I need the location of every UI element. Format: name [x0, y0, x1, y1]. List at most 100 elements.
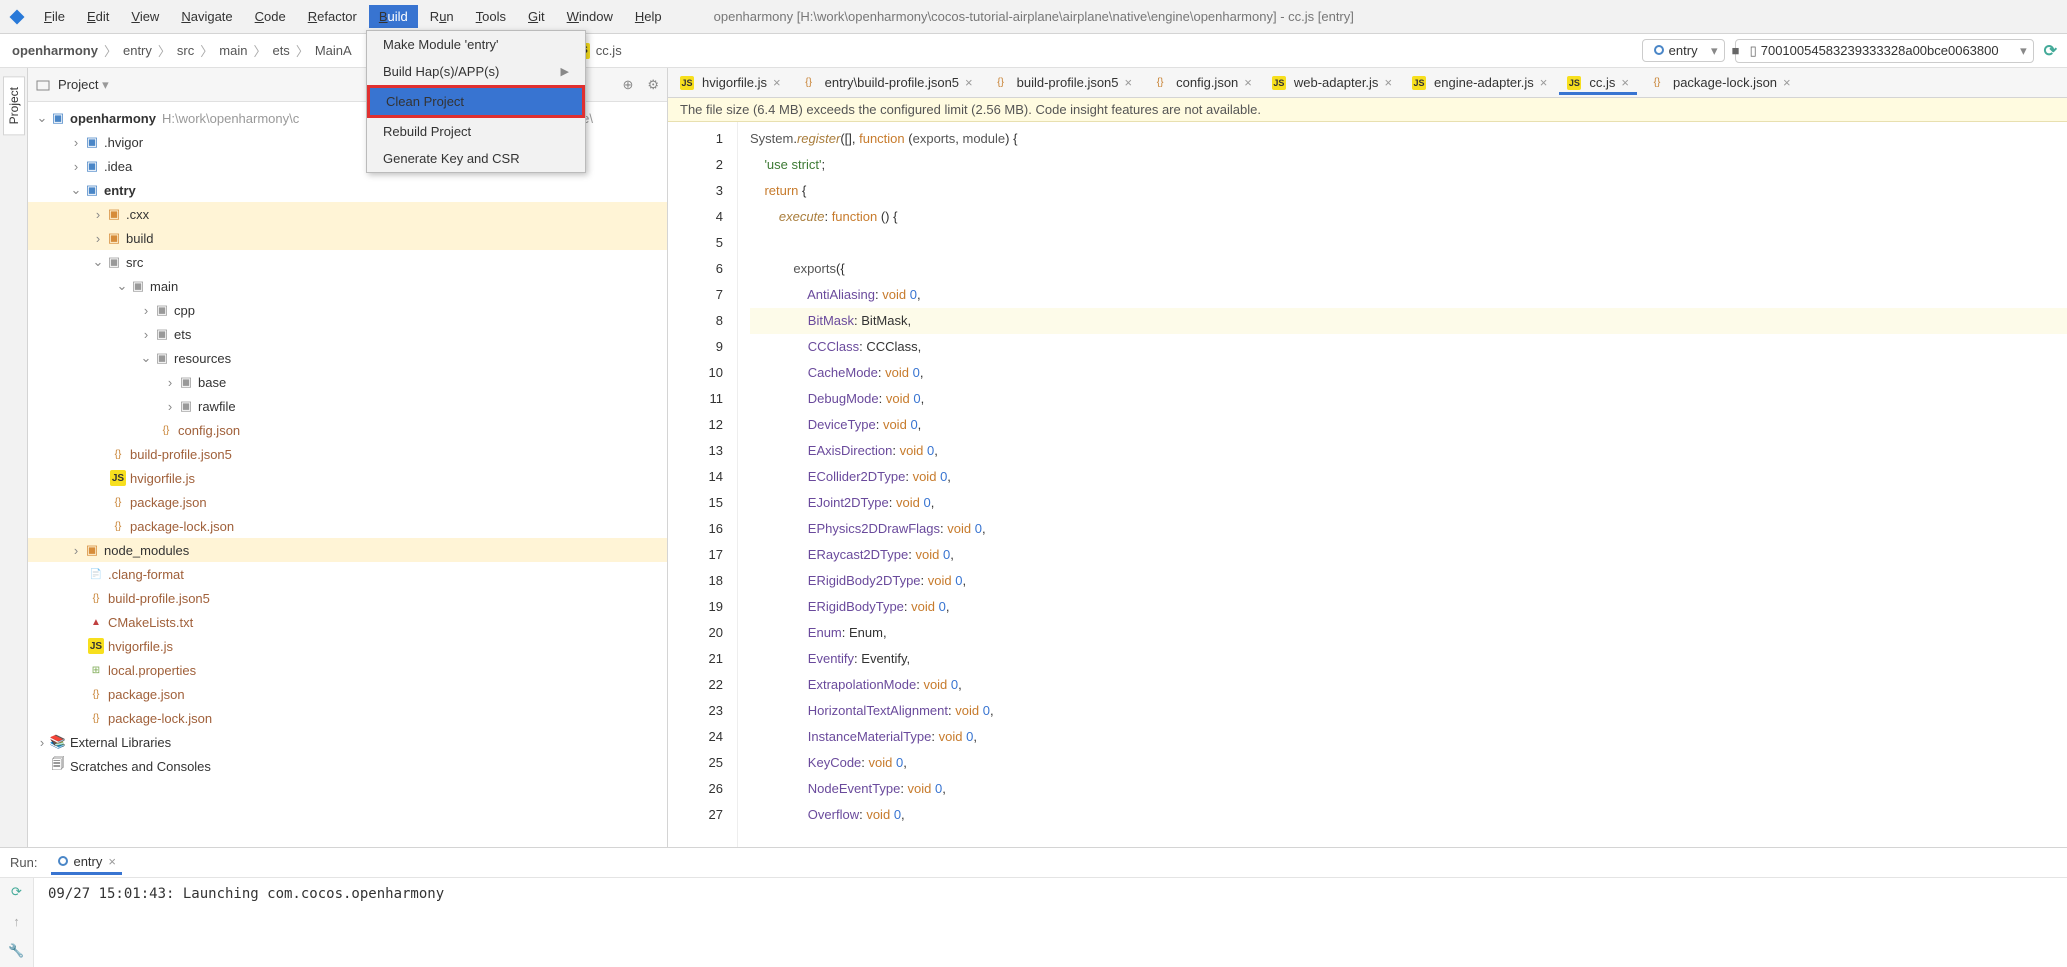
tree-packagejson[interactable]: {}package.json	[28, 490, 667, 514]
tab-2[interactable]: {}build-profile.json5×	[985, 71, 1141, 95]
run-panel-header: Run: entry ×	[0, 848, 2067, 878]
tree-cxx[interactable]: ›▣.cxx	[28, 202, 667, 226]
folder-icon: ▣	[178, 398, 194, 414]
tree-cmakelists[interactable]: ▲CMakeLists.txt	[28, 610, 667, 634]
json5-icon: {}	[88, 590, 104, 606]
menu-window[interactable]: Window	[557, 5, 623, 28]
tab-0[interactable]: JShvigorfile.js×	[672, 71, 789, 94]
dd-rebuild-project[interactable]: Rebuild Project	[367, 118, 585, 145]
file-icon: 📄	[88, 566, 104, 582]
wrench-icon[interactable]: 🔧	[8, 943, 24, 959]
menu-navigate[interactable]: Navigate	[171, 5, 242, 28]
tree-rawfile[interactable]: ›▣rawfile	[28, 394, 667, 418]
tree-extlib[interactable]: ›📚External Libraries	[28, 730, 667, 754]
tab-6[interactable]: JScc.js×	[1559, 71, 1637, 94]
gutter: 1234567891011121314151617181920212223242…	[668, 122, 738, 847]
rerun-icon[interactable]: ⟳	[11, 884, 22, 900]
tree-clangformat[interactable]: 📄.clang-format	[28, 562, 667, 586]
menu-edit[interactable]: Edit	[77, 5, 119, 28]
device-select[interactable]: ▯70010054583239333328a00bce0063800	[1735, 39, 2034, 63]
folder-icon: ▣	[154, 302, 170, 318]
tab-3[interactable]: {}config.json×	[1144, 71, 1260, 95]
project-view-select[interactable]: Project	[58, 77, 109, 93]
crumb-3[interactable]: main	[217, 43, 249, 58]
menu-tools[interactable]: Tools	[466, 5, 516, 28]
menu-help[interactable]: Help	[625, 5, 672, 28]
menu-git[interactable]: Git	[518, 5, 555, 28]
json-icon: {}	[158, 422, 174, 438]
folder-icon: ▣	[84, 134, 100, 150]
run-config-select[interactable]: entry	[1642, 39, 1725, 62]
refresh-icon[interactable]: ⟳	[2044, 41, 2057, 61]
tree-configjson[interactable]: {}config.json	[28, 418, 667, 442]
tree-buildprofile[interactable]: {}build-profile.json5	[28, 442, 667, 466]
project-tree[interactable]: ⌄▣openharmonyH:\work\openharmony\cative\…	[28, 102, 667, 847]
close-icon[interactable]: ×	[1540, 75, 1548, 90]
tab-4[interactable]: JSweb-adapter.js×	[1264, 71, 1400, 94]
close-icon[interactable]: ×	[1621, 75, 1629, 90]
tree-main[interactable]: ⌄▣main	[28, 274, 667, 298]
folder-icon: ▣	[154, 350, 170, 366]
code-editor[interactable]: 1234567891011121314151617181920212223242…	[668, 122, 2067, 847]
tree-hvigorfile[interactable]: JShvigorfile.js	[28, 466, 667, 490]
target-icon	[1653, 44, 1665, 56]
crumb-root[interactable]: openharmony	[10, 43, 100, 58]
menu-file[interactable]: File	[34, 5, 75, 28]
menu-code[interactable]: Code	[245, 5, 296, 28]
tree-base[interactable]: ›▣base	[28, 370, 667, 394]
tree-packagelock[interactable]: {}package-lock.json	[28, 514, 667, 538]
folder-icon: ▣	[84, 542, 100, 558]
menu-run[interactable]: Run	[420, 5, 464, 28]
run-tab-entry[interactable]: entry ×	[51, 851, 122, 875]
tree-build[interactable]: ›▣build	[28, 226, 667, 250]
crumb-4[interactable]: ets	[270, 43, 291, 58]
tree-scratches[interactable]: 🗐Scratches and Consoles	[28, 754, 667, 778]
locate-icon[interactable]: ⊕	[622, 77, 633, 93]
menu-view[interactable]: View	[121, 5, 169, 28]
tree-resources[interactable]: ⌄▣resources	[28, 346, 667, 370]
crumb-1[interactable]: entry	[121, 43, 154, 58]
close-icon[interactable]: ×	[965, 75, 973, 90]
project-tool-tab[interactable]: Project	[3, 76, 25, 135]
close-icon[interactable]: ×	[108, 854, 116, 869]
tree-buildprofile2[interactable]: {}build-profile.json5	[28, 586, 667, 610]
console-output[interactable]: 09/27 15:01:43: Launching com.cocos.open…	[34, 878, 2067, 967]
menu-build[interactable]: Build	[369, 5, 418, 28]
tab-7[interactable]: {}package-lock.json×	[1641, 71, 1799, 95]
tree-cpp[interactable]: ›▣cpp	[28, 298, 667, 322]
crumb-2[interactable]: src	[175, 43, 196, 58]
tree-packagelock2[interactable]: {}package-lock.json	[28, 706, 667, 730]
json-icon: {}	[88, 686, 104, 702]
dd-build-haps[interactable]: Build Hap(s)/APP(s)▶	[367, 58, 585, 85]
crumb-5[interactable]: MainA	[313, 43, 354, 58]
close-icon[interactable]: ×	[1384, 75, 1392, 90]
close-icon[interactable]: ×	[1783, 75, 1791, 90]
run-label: Run:	[10, 855, 37, 870]
tree-entry[interactable]: ⌄▣entry	[28, 178, 667, 202]
left-tool-strip: Project	[0, 68, 28, 847]
menubar: File Edit View Navigate Code Refactor Bu…	[0, 0, 2067, 34]
up-icon[interactable]: ↑	[13, 914, 20, 929]
tab-5[interactable]: JSengine-adapter.js×	[1404, 71, 1555, 94]
tree-src[interactable]: ⌄▣src	[28, 250, 667, 274]
tree-packagejson2[interactable]: {}package.json	[28, 682, 667, 706]
close-icon[interactable]: ×	[1125, 75, 1133, 90]
folder-icon: ▣	[50, 110, 66, 126]
dd-generate-key[interactable]: Generate Key and CSR	[367, 145, 585, 172]
tree-hvigorfile2[interactable]: JShvigorfile.js	[28, 634, 667, 658]
json-icon: {}	[1152, 75, 1168, 91]
crumb-file[interactable]: cc.js	[594, 43, 624, 58]
code-body[interactable]: System.register([], function (exports, m…	[738, 122, 2067, 847]
close-icon[interactable]: ×	[1244, 75, 1252, 90]
json-icon: {}	[110, 518, 126, 534]
tree-localprops[interactable]: ⊞local.properties	[28, 658, 667, 682]
menu-refactor[interactable]: Refactor	[298, 5, 367, 28]
gear-icon[interactable]: ⚙	[647, 77, 659, 93]
dd-make-module[interactable]: Make Module 'entry'	[367, 31, 585, 58]
tree-nodemodules[interactable]: ›▣node_modules	[28, 538, 667, 562]
folder-icon: ▣	[154, 326, 170, 342]
close-icon[interactable]: ×	[773, 75, 781, 90]
tab-1[interactable]: {}entry\build-profile.json5×	[793, 71, 981, 95]
dd-clean-project[interactable]: Clean Project	[370, 88, 582, 115]
tree-ets[interactable]: ›▣ets	[28, 322, 667, 346]
